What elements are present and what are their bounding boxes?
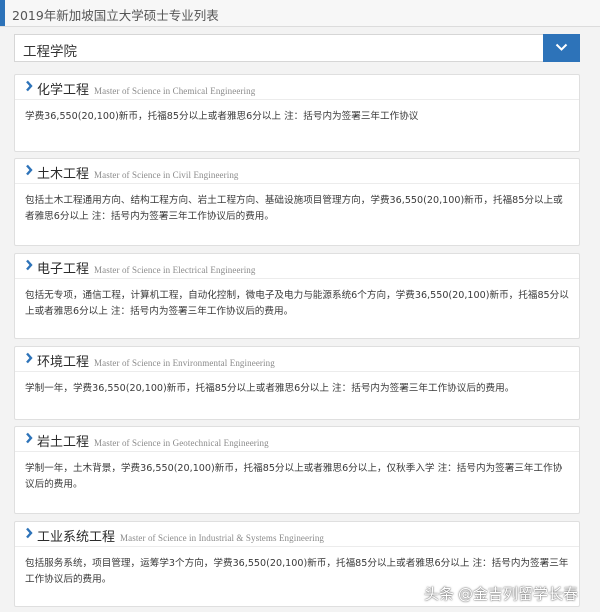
watermark-handle: @金吉列留学长春: [457, 585, 578, 603]
program-card-civil[interactable]: 土木工程 Master of Science in Civil Engineeri…: [14, 158, 580, 246]
program-description: 学制一年，学费36,550(20,100)新币，托福85分以上或者雅思6分以上 …: [25, 383, 515, 394]
program-card-geotechnical[interactable]: 岩土工程 Master of Science in Geotechnical En…: [14, 426, 580, 514]
program-title: 岩土工程 Master of Science in Geotechnical En…: [37, 431, 269, 450]
program-english-name: Master of Science in Geotechnical Engine…: [94, 438, 269, 448]
chevron-right-icon: [26, 164, 33, 176]
program-card-chemical[interactable]: 化学工程 Master of Science in Chemical Engine…: [14, 74, 580, 152]
program-card-header: 化学工程 Master of Science in Chemical Engine…: [15, 75, 579, 100]
program-name: 电子工程: [37, 262, 90, 277]
program-card-header: 土木工程 Master of Science in Civil Engineeri…: [15, 159, 579, 184]
program-card-header: 电子工程 Master of Science in Electrical Engi…: [15, 254, 579, 279]
program-english-name: Master of Science in Environmental Engin…: [94, 358, 275, 368]
program-english-name: Master of Science in Chemical Engineerin…: [94, 86, 256, 96]
program-description: 学费36,550(20,100)新币，托福85分以上或者雅思6分以上 注：括号内…: [25, 111, 419, 122]
watermark-prefix: 头条: [423, 585, 454, 603]
school-select-value: 工程学院: [23, 44, 77, 60]
program-name: 土木工程: [37, 167, 90, 182]
program-name: 化学工程: [37, 83, 90, 98]
program-card-header: 工业系统工程 Master of Science in Industrial & …: [15, 522, 579, 547]
page-header: 2019年新加坡国立大学硕士专业列表: [0, 0, 600, 27]
program-card-environmental[interactable]: 环境工程 Master of Science in Environmental E…: [14, 346, 580, 420]
program-description: 包括无专项，通信工程，计算机工程，自动化控制，微电子及电力与能源系统6个方向，学…: [25, 290, 569, 317]
watermark: 头条 @金吉列留学长春: [424, 583, 578, 604]
program-title: 土木工程 Master of Science in Civil Engineeri…: [37, 163, 239, 182]
dropdown-toggle-button[interactable]: [543, 34, 580, 62]
program-description: 包括土木工程通用方向、结构工程方向、岩土工程方向、基础设施项目管理方向，学费36…: [25, 195, 563, 222]
program-name: 岩土工程: [37, 435, 90, 450]
program-title: 环境工程 Master of Science in Environmental E…: [37, 351, 275, 370]
program-title: 电子工程 Master of Science in Electrical Engi…: [37, 258, 256, 277]
program-name: 环境工程: [37, 355, 90, 370]
program-english-name: Master of Science in Electrical Engineer…: [94, 265, 256, 275]
header-accent-bar: [0, 0, 5, 26]
chevron-right-icon: [26, 80, 33, 92]
program-english-name: Master of Science in Civil Engineering: [94, 170, 239, 180]
program-title: 工业系统工程 Master of Science in Industrial & …: [37, 526, 324, 545]
program-card-header: 环境工程 Master of Science in Environmental E…: [15, 347, 579, 372]
page-title: 2019年新加坡国立大学硕士专业列表: [12, 8, 219, 23]
program-english-name: Master of Science in Industrial & System…: [120, 533, 325, 543]
program-card-header: 岩土工程 Master of Science in Geotechnical En…: [15, 427, 579, 452]
chevron-right-icon: [26, 527, 33, 539]
chevron-right-icon: [26, 259, 33, 271]
chevron-right-icon: [26, 352, 33, 364]
program-description: 学制一年，土木背景，学费36,550(20,100)新币，托福85分以上或者雅思…: [25, 463, 563, 490]
chevron-right-icon: [26, 432, 33, 444]
program-card-electrical[interactable]: 电子工程 Master of Science in Electrical Engi…: [14, 253, 580, 339]
school-select-dropdown[interactable]: 工程学院: [14, 34, 580, 62]
program-title: 化学工程 Master of Science in Chemical Engine…: [37, 79, 255, 98]
chevron-down-icon: [555, 43, 568, 51]
program-name: 工业系统工程: [37, 530, 116, 545]
